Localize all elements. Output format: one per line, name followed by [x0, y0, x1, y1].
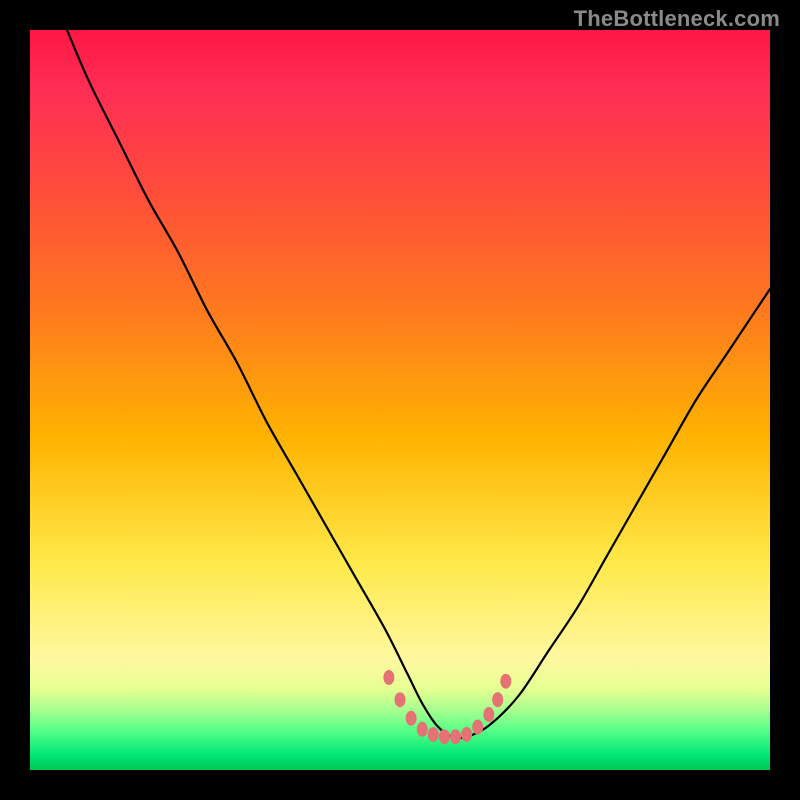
- curve-marker: [500, 674, 511, 689]
- curve-marker: [472, 720, 483, 735]
- curve-layer: [30, 30, 770, 770]
- curve-marker: [492, 692, 503, 707]
- curve-marker: [450, 729, 461, 744]
- plot-area: [30, 30, 770, 770]
- curve-marker: [439, 729, 450, 744]
- curve-marker: [417, 722, 428, 737]
- curve-marker: [383, 670, 394, 685]
- curve-marker: [428, 727, 439, 742]
- curve-marker: [395, 692, 406, 707]
- bottleneck-curve: [67, 30, 770, 738]
- watermark-text: TheBottleneck.com: [574, 6, 780, 32]
- bottleneck-markers: [383, 670, 511, 744]
- curve-marker: [406, 711, 417, 726]
- curve-marker: [483, 707, 494, 722]
- curve-marker: [461, 727, 472, 742]
- chart-frame: TheBottleneck.com: [0, 0, 800, 800]
